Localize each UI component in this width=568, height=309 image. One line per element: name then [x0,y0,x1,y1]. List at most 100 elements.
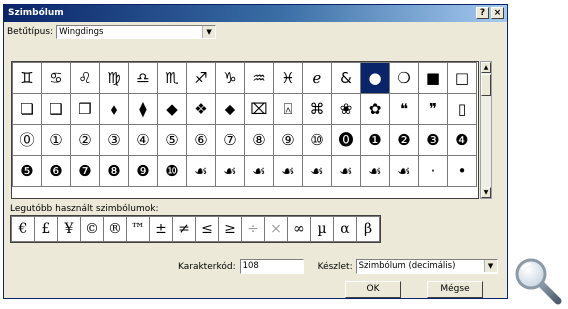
symbol-cell[interactable]: ❽ [99,155,129,187]
symbol-cell[interactable]: ⬧ [99,93,129,125]
symbol-cell[interactable]: ❹ [447,124,477,156]
symbol-cell[interactable]: ⍓ [273,93,303,125]
symbol-cell[interactable]: ❞ [418,93,448,125]
symbol-cell[interactable]: ☙ [186,155,216,187]
symbol-cell[interactable]: ② [70,124,100,156]
symbol-cell[interactable]: ☙ [389,155,419,187]
recent-symbol-cell[interactable]: µ [310,216,334,242]
symbol-cell[interactable]: ♌ [70,62,100,94]
recent-symbol-cell[interactable]: € [11,216,35,242]
symbol-cell[interactable]: ♒ [244,62,274,94]
symbol-cell[interactable]: ❼ [70,155,100,187]
symbol-cell[interactable]: ⌧ [244,93,274,125]
symbol-cell[interactable]: ❻ [41,155,71,187]
symbol-cell[interactable]: ☙ [244,155,274,187]
symbol-cell[interactable]: ◆ [157,93,187,125]
symbol-cell[interactable]: ❀ [331,93,361,125]
recent-symbol-cell[interactable]: © [80,216,104,242]
symbol-cell[interactable]: ♊ [12,62,42,94]
symbol-cell[interactable]: ☙ [360,155,390,187]
symbol-cell[interactable]: ⑤ [157,124,187,156]
recent-symbol-cell[interactable]: ± [149,216,173,242]
scroll-down-arrow-icon[interactable]: ▼ [481,187,491,198]
symbol-cell[interactable]: ℯ [302,62,332,94]
symbol-cell[interactable]: ❶ [360,124,390,156]
symbol-cell[interactable]: ❝ [389,93,419,125]
symbol-cell[interactable]: ♐ [186,62,216,94]
symbol-cell[interactable]: ③ [99,124,129,156]
charset-select-value: Szimbólum (decimális) [358,261,456,271]
charset-select[interactable]: Szimbólum (decimális) ▼ [355,259,498,274]
recent-symbol-cell[interactable]: β [356,216,380,242]
symbol-cell[interactable]: ⓪ [12,124,42,156]
symbol-cell[interactable]: ● [360,62,390,94]
symbol-cell[interactable]: ⑧ [244,124,274,156]
symbol-cell[interactable]: ✿ [360,93,390,125]
charset-label: Készlet: [317,261,353,272]
symbol-cell[interactable]: ☙ [273,155,303,187]
symbol-cell[interactable]: ⑩ [302,124,332,156]
recent-symbol-cell[interactable]: ® [103,216,127,242]
help-button[interactable]: ? [476,7,489,19]
ok-button[interactable]: OK [345,281,401,298]
recent-symbol-cell[interactable]: ÷ [241,216,265,242]
symbol-cell[interactable]: ❸ [418,124,448,156]
recent-symbol-cell[interactable]: ∞ [287,216,311,242]
scroll-thumb[interactable] [481,74,491,96]
symbol-cell[interactable]: ❏ [12,93,42,125]
recent-symbol-cell[interactable]: ≥ [218,216,242,242]
char-code-row: Karakterkód: 108 Készlet: Szimbólum (dec… [178,259,498,274]
chevron-down-icon[interactable]: ▼ [483,260,497,272]
recent-symbol-cell[interactable]: × [264,216,288,242]
recent-symbol-cell[interactable]: £ [34,216,58,242]
chevron-down-icon[interactable]: ▼ [202,26,216,38]
symbol-cell[interactable]: ❍ [389,62,419,94]
symbol-cell[interactable]: ♏ [157,62,187,94]
recent-symbol-cell[interactable]: ¥ [57,216,81,242]
title-bar[interactable]: Szimbólum ? × [4,5,507,22]
symbol-cell[interactable]: ❾ [128,155,158,187]
recent-symbol-cell[interactable]: ≤ [195,216,219,242]
magnifier-icon[interactable] [512,257,564,307]
symbol-cell[interactable]: ❺ [12,155,42,187]
symbol-cell[interactable]: ■ [418,62,448,94]
symbol-cell[interactable]: ⓿ [331,124,361,156]
symbol-cell[interactable]: ♍ [99,62,129,94]
char-code-input[interactable]: 108 [239,259,304,274]
symbol-cell[interactable]: ⑥ [186,124,216,156]
symbol-cell[interactable]: ♋ [41,62,71,94]
close-button[interactable]: × [491,7,504,19]
symbol-cell[interactable]: ☙ [302,155,332,187]
symbol-cell[interactable]: ⑨ [273,124,303,156]
symbol-cell[interactable]: ④ [128,124,158,156]
symbol-cell[interactable]: ⑦ [215,124,245,156]
symbol-cell[interactable]: ❷ [389,124,419,156]
symbol-cell[interactable]: ☙ [331,155,361,187]
recent-symbol-cell[interactable]: ™ [126,216,150,242]
symbol-cell[interactable]: ♑ [215,62,245,94]
symbol-cell[interactable]: ♎ [128,62,158,94]
symbol-cell[interactable]: ▯ [447,93,477,125]
symbol-cell[interactable]: ♓ [273,62,303,94]
symbol-cell[interactable]: ① [41,124,71,156]
cancel-button[interactable]: Mégse [427,281,483,298]
symbol-cell[interactable]: ❒ [70,93,100,125]
symbol-cell[interactable]: ⬥ [215,93,245,125]
symbol-grid-scrollbar[interactable]: ▲ ▼ [480,61,492,199]
recent-row: € £ ¥ © ® ™ ± ≠ ≤ ≥ ÷ × ∞ µ α β [11,216,380,242]
scroll-up-arrow-icon[interactable]: ▲ [481,62,491,73]
symbol-cell[interactable]: ❖ [186,93,216,125]
symbol-cell[interactable]: ☙ [215,155,245,187]
symbol-cell[interactable]: • [447,155,477,187]
symbol-cell[interactable]: ❿ [157,155,187,187]
recent-symbol-cell[interactable]: ≠ [172,216,196,242]
symbol-cell[interactable]: ❑ [41,93,71,125]
font-select[interactable]: Wingdings ▼ [56,25,217,39]
symbol-cell[interactable]: & [331,62,361,94]
recent-symbol-cell[interactable]: α [333,216,357,242]
symbol-cell[interactable]: · [418,155,448,187]
symbol-cell[interactable]: ⌘ [302,93,332,125]
symbol-table: ♊ ♋ ♌ ♍ ♎ ♏ ♐ ♑ ♒ ♓ ℯ & ● ❍ ■ □ ❏ ❑ ❒ ⬧ ⧫ ◆ ❖ ⬥ ⌧ ⍓ ⌘ ❀ ✿ ❝ ❞ ▯ ⓪ ① ② ③ ④ ⑤ ⑥ ⑦… [12,62,477,187]
symbol-cell[interactable]: ⧫ [128,93,158,125]
symbol-cell[interactable]: □ [447,62,477,94]
